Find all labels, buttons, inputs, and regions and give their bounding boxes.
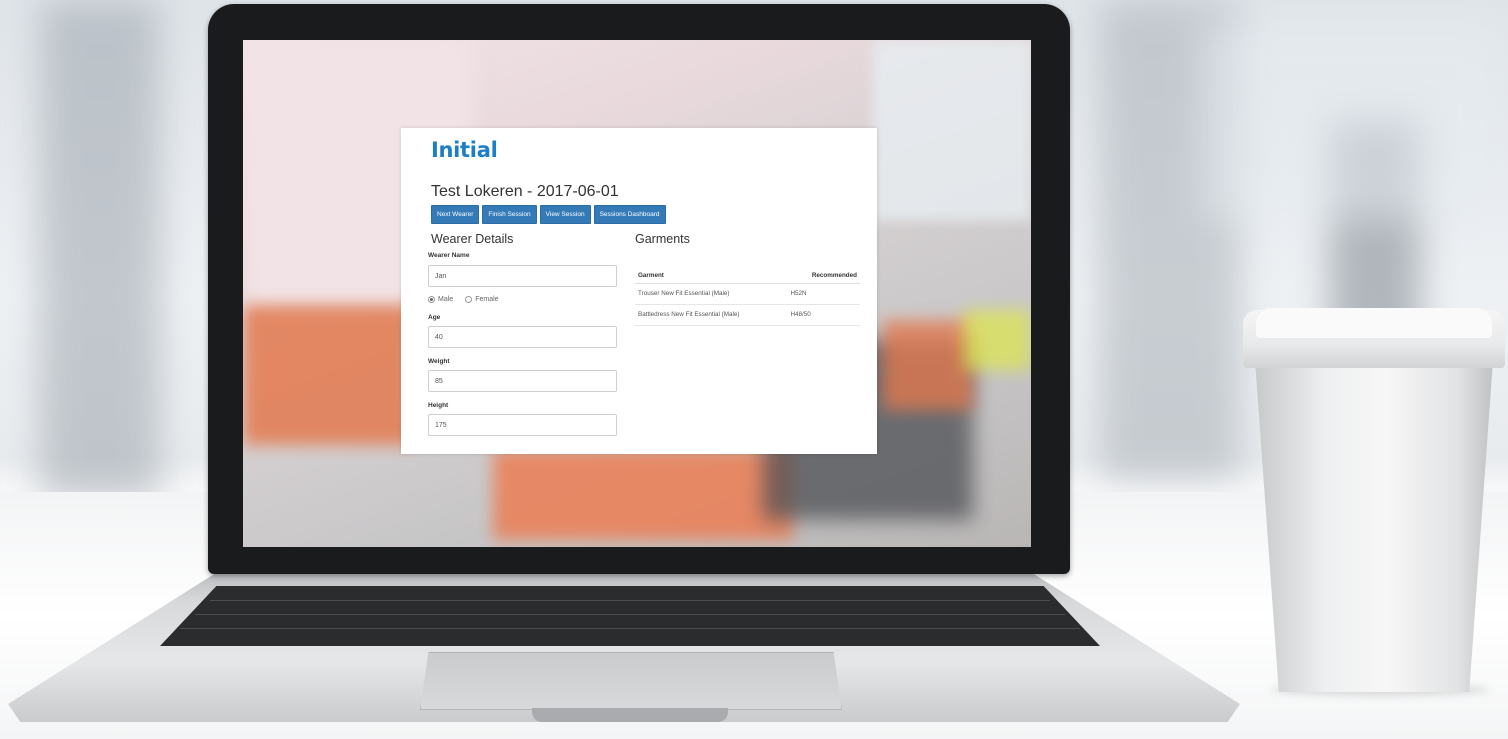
coffee-cup-lid-top	[1256, 308, 1492, 338]
table-header-row: Garment Recommended	[635, 268, 860, 284]
weight-input[interactable]: 85	[428, 370, 617, 392]
next-wearer-button[interactable]: Next Wearer	[431, 205, 480, 224]
weight-label: Weight	[428, 358, 450, 365]
recommended-cell: H52N	[787, 283, 860, 305]
view-session-button[interactable]: View Session	[539, 205, 591, 224]
wearer-name-label: Wearer Name	[428, 252, 470, 259]
finish-session-button[interactable]: Finish Session	[482, 205, 537, 224]
garment-cell: Trouser New Fit Essential (Male)	[635, 283, 788, 305]
table-row[interactable]: Battledress New Fit Essential (Male) H48…	[635, 304, 860, 326]
page-title: Test Lokeren - 2017-06-01	[431, 183, 619, 200]
garment-cell: Battledress New Fit Essential (Male)	[635, 304, 788, 326]
background-window	[1200, 20, 1500, 220]
keyboard-row	[180, 628, 1080, 629]
toolbar: Next Wearer Finish Session View Session …	[431, 205, 666, 224]
recommended-cell: H48/50	[787, 304, 860, 326]
wearer-name-input[interactable]: Jan	[428, 265, 617, 287]
photo-backdrop-yellow-strip	[963, 310, 1031, 370]
height-label: Height	[428, 402, 449, 409]
scene: Initial Test Lokeren - 2017-06-01 Next W…	[0, 0, 1508, 739]
female-radio-label: Female	[475, 296, 499, 303]
height-input[interactable]: 175	[428, 414, 617, 436]
table-row[interactable]: Trouser New Fit Essential (Male) H52N	[635, 283, 860, 305]
keyboard-row	[210, 600, 1050, 601]
garments-table: Garment Recommended Trouser New Fit Esse…	[635, 268, 860, 326]
age-input[interactable]: 40	[428, 326, 617, 348]
background-pillar	[40, 0, 160, 500]
garments-heading: Garments	[635, 232, 690, 246]
photo-backdrop-window	[873, 40, 1031, 220]
garment-column-header: Garment	[635, 268, 788, 284]
male-radio-label: Male	[438, 296, 454, 303]
male-radio[interactable]	[428, 296, 435, 303]
photo-backdrop-orange-garment	[493, 450, 793, 540]
app-card: Initial Test Lokeren - 2017-06-01 Next W…	[401, 128, 877, 454]
age-label: Age	[428, 314, 441, 321]
photo-backdrop-orange-garment	[243, 305, 413, 445]
gender-radio-group: Male Female	[428, 296, 499, 303]
recommended-column-header: Recommended	[787, 268, 860, 284]
keyboard-row	[195, 614, 1065, 615]
sessions-dashboard-button[interactable]: Sessions Dashboard	[593, 205, 666, 224]
wearer-details-heading: Wearer Details	[431, 232, 514, 246]
photo-backdrop-orange-garment	[883, 320, 973, 410]
coffee-cup	[1255, 360, 1493, 692]
brand-logo[interactable]: Initial	[431, 138, 498, 162]
laptop-trackpad	[420, 652, 842, 710]
laptop-front-notch	[532, 708, 728, 722]
laptop-keyboard	[160, 586, 1100, 646]
female-radio[interactable]	[465, 296, 473, 303]
